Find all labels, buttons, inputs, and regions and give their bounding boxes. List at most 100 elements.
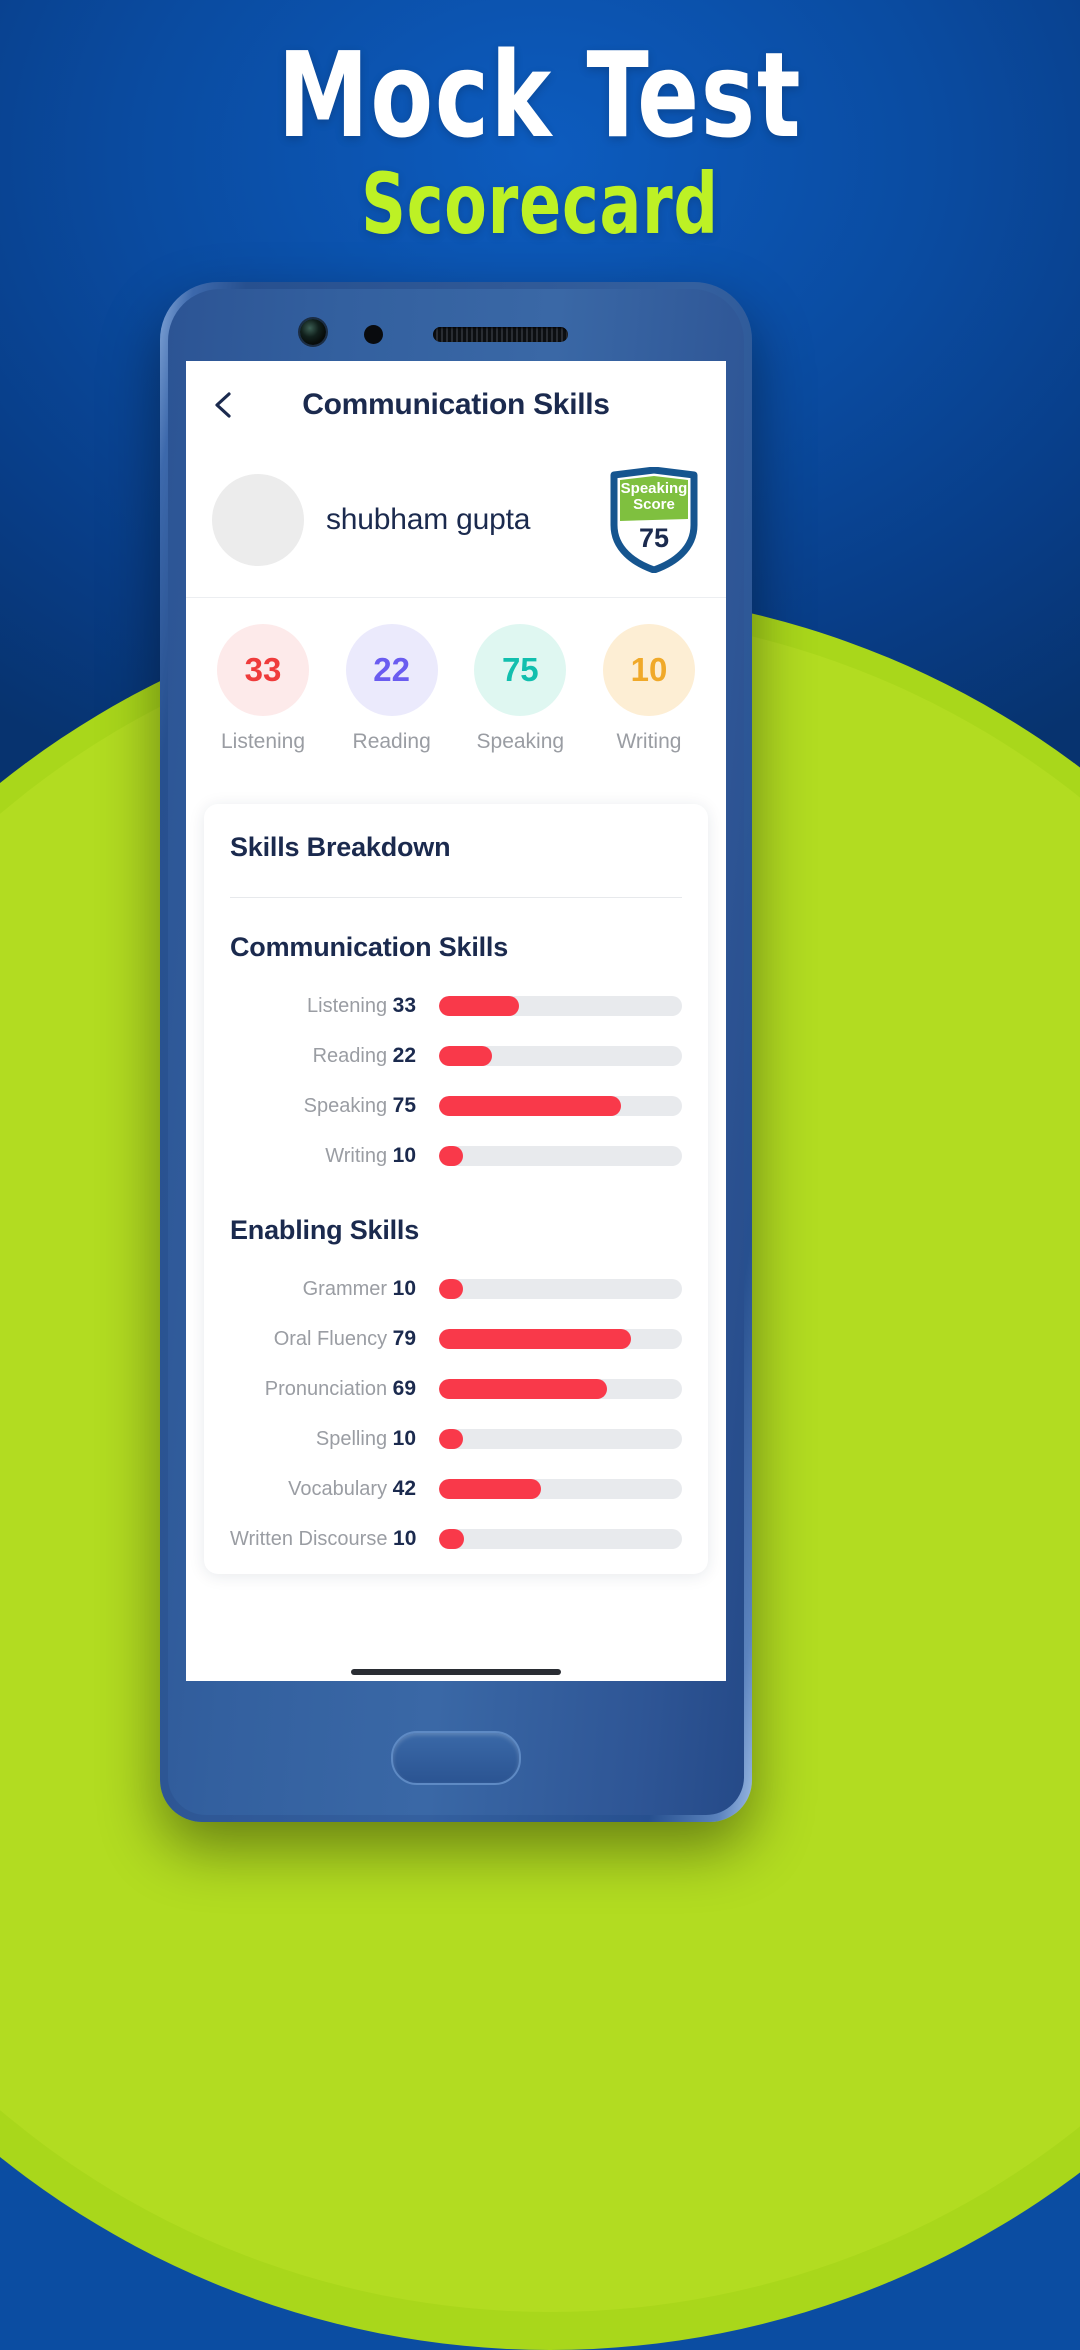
score-circle-value: 75: [501, 651, 539, 688]
score-circle-label: Listening: [220, 730, 306, 753]
skill-bar-track: [439, 1329, 682, 1349]
skill-value: 69: [392, 1377, 416, 1400]
skill-bar-fill: [439, 1379, 607, 1399]
skill-bar-track: [439, 1529, 682, 1549]
skill-bar-track: [439, 1429, 682, 1449]
score-circle-writing[interactable]: 10 Writing: [588, 624, 710, 754]
skill-bar-row: Reading 22: [230, 1031, 682, 1081]
score-circle-bubble: 10: [602, 624, 695, 716]
profile-row: shubham gupta Speaking Score 75: [186, 449, 726, 598]
score-circle-bubble: 75: [474, 624, 567, 716]
skill-bar-row: Written Discourse 10: [230, 1514, 682, 1564]
score-circle-label: Reading: [352, 730, 431, 753]
skill-bar-fill: [439, 996, 520, 1016]
poster-title: Mock Test: [277, 26, 803, 164]
skill-value: 10: [392, 1427, 416, 1450]
speaking-score-badge: Speaking Score 75: [608, 467, 700, 573]
score-circle-bubble: 22: [345, 624, 438, 716]
skill-name: Writing: [325, 1145, 388, 1167]
phone-bottom-bezel: [168, 1681, 744, 1815]
score-circle-value: 10: [630, 651, 668, 688]
skill-value: 10: [392, 1144, 416, 1167]
skill-name: Written Discourse: [230, 1528, 388, 1550]
skill-value: 33: [392, 994, 416, 1017]
badge-label: Speaking Score: [608, 481, 700, 513]
score-circle-value: 33: [244, 651, 282, 688]
section-title: Communication Skills: [230, 932, 509, 962]
skills-breakdown-card: Skills Breakdown Communication Skills Lis…: [204, 804, 708, 1574]
badge-label-line2: Score: [633, 495, 675, 513]
score-circle-label: Speaking: [476, 730, 565, 753]
skill-bar-track: [439, 1046, 682, 1066]
skill-label: Reading 22: [230, 1044, 426, 1068]
skill-name: Oral Fluency: [273, 1328, 388, 1350]
score-circle-reading[interactable]: 22 Reading: [331, 624, 453, 754]
skill-value: 10: [392, 1277, 416, 1300]
skill-value: 10: [393, 1527, 417, 1550]
page-title: Communication Skills: [302, 388, 610, 421]
skill-label: Writing 10: [230, 1144, 426, 1168]
skill-bar-row: Writing 10: [230, 1131, 682, 1181]
skill-bar-row: Grammer 10: [230, 1264, 682, 1314]
skill-label: Oral Fluency 79: [230, 1327, 426, 1351]
skill-name: Pronunciation: [264, 1378, 388, 1400]
skill-bar-fill: [439, 1096, 622, 1116]
skill-bar-fill: [439, 1529, 464, 1549]
chevron-left-icon: [215, 392, 231, 418]
skill-bar-fill: [439, 1429, 464, 1449]
back-button[interactable]: [202, 384, 244, 426]
skill-label: Written Discourse 10: [230, 1527, 426, 1551]
breakdown-sections: Communication Skills Listening 33 Reading …: [230, 932, 682, 1564]
skill-bar-track: [439, 996, 682, 1016]
skill-bar-fill: [439, 1046, 493, 1066]
skill-name: Speaking: [303, 1095, 388, 1117]
score-circles-row: 33 Listening 22 Reading 75 Speaking 10 Writing: [186, 598, 726, 776]
skill-bar-row: Spelling 10: [230, 1414, 682, 1464]
badge-label-line1: Speaking: [620, 480, 688, 497]
poster-heading-group: Mock Test Scorecard: [0, 0, 1080, 246]
skill-bar-row: Pronunciation 69: [230, 1364, 682, 1414]
skill-bar-fill: [439, 1479, 542, 1499]
skill-name: Listening: [307, 995, 388, 1017]
scroll-indicator[interactable]: [351, 1669, 561, 1675]
skill-bar-track: [439, 1379, 682, 1399]
skill-bar-track: [439, 1096, 682, 1116]
skill-bar-row: Listening 33: [230, 981, 682, 1031]
user-name: shubham gupta: [326, 503, 531, 536]
skill-value: 22: [392, 1044, 416, 1067]
phone-mockup: Communication Skills shubham gupta Speak…: [160, 282, 752, 1822]
skill-label: Spelling 10: [230, 1427, 426, 1451]
card-divider: [230, 897, 682, 898]
skill-value: 75: [392, 1094, 416, 1117]
skill-value: 42: [392, 1477, 416, 1500]
skill-label: Vocabulary 42: [230, 1477, 426, 1501]
earpiece-speaker-icon: [433, 327, 568, 342]
skill-bar-fill: [439, 1329, 631, 1349]
skill-label: Grammer 10: [230, 1277, 426, 1301]
skill-bar-track: [439, 1146, 682, 1166]
front-camera-icon: [300, 319, 326, 345]
skill-name: Vocabulary: [288, 1478, 388, 1500]
phone-top-bezel: [168, 289, 744, 361]
score-circle-value: 22: [373, 651, 411, 688]
skill-label: Speaking 75: [230, 1094, 426, 1118]
score-circle-listening[interactable]: 33 Listening: [202, 624, 324, 754]
skill-bar-fill: [439, 1279, 464, 1299]
home-button[interactable]: [391, 1731, 521, 1785]
skill-label: Listening 33: [230, 994, 426, 1018]
skill-name: Reading: [312, 1045, 388, 1067]
skill-label: Pronunciation 69: [230, 1377, 426, 1401]
skill-value: 79: [392, 1327, 416, 1350]
score-circle-speaking[interactable]: 75 Speaking: [459, 624, 581, 754]
skill-name: Spelling: [315, 1428, 388, 1450]
poster-subtitle: Scorecard: [361, 155, 719, 253]
score-circle-bubble: 33: [217, 624, 309, 716]
phone-screen: Communication Skills shubham gupta Speak…: [186, 361, 726, 1681]
skill-bar-track: [439, 1279, 682, 1299]
avatar[interactable]: [212, 474, 304, 566]
skill-bar-row: Oral Fluency 79: [230, 1314, 682, 1364]
badge-score-value: 75: [638, 523, 670, 553]
app-header: Communication Skills: [186, 361, 726, 449]
skill-bar-fill: [439, 1146, 464, 1166]
phone-body: Communication Skills shubham gupta Speak…: [168, 289, 744, 1815]
